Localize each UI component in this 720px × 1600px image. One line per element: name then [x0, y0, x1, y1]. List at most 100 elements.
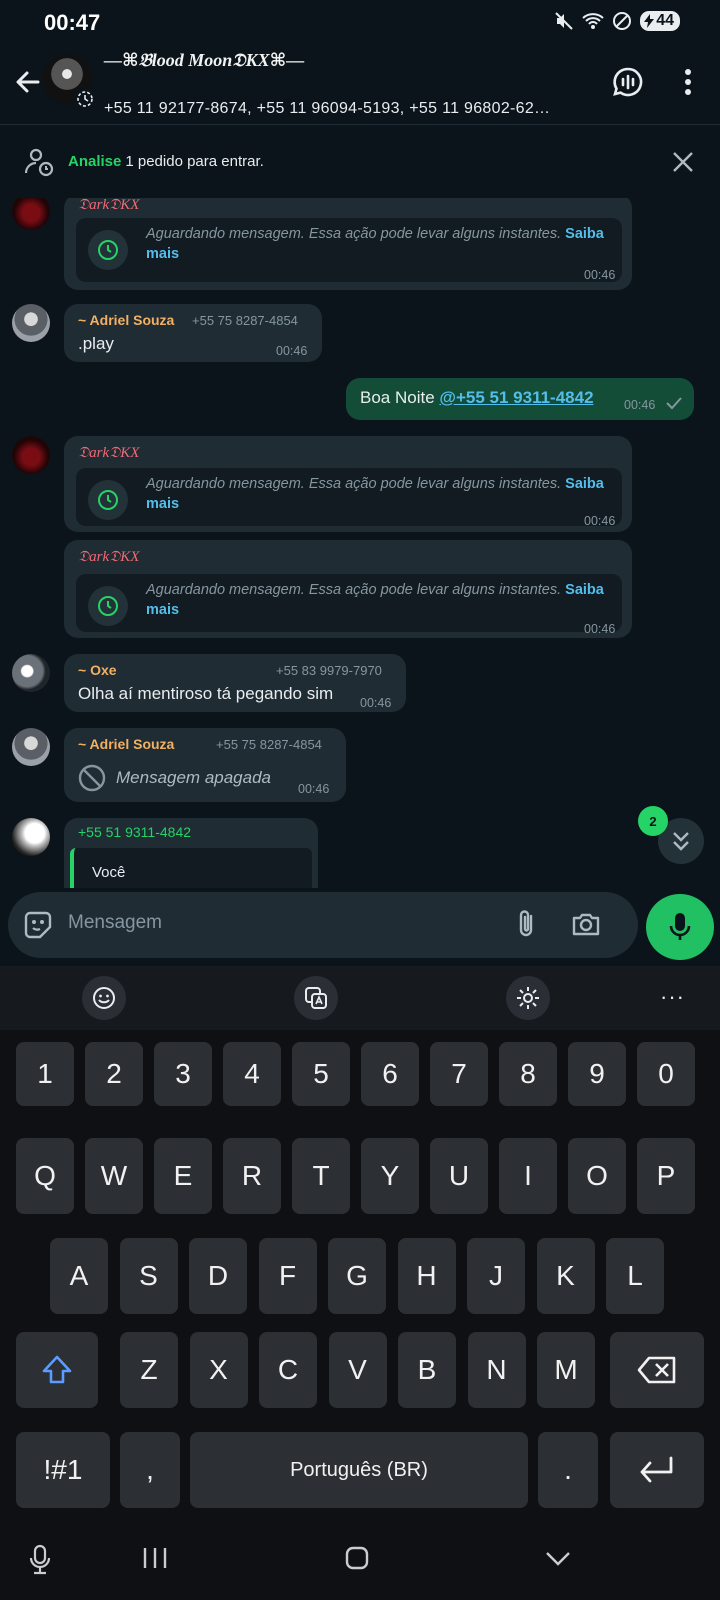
home-icon[interactable] — [344, 1544, 370, 1572]
message-bubble[interactable]: +55 51 9311-4842 Você — [64, 818, 318, 888]
key-d[interactable]: D — [189, 1238, 247, 1314]
voice-record-button[interactable] — [646, 894, 714, 960]
key-j[interactable]: J — [467, 1238, 525, 1314]
quoted-message[interactable]: Você — [70, 848, 312, 888]
key-6[interactable]: 6 — [361, 1042, 419, 1106]
waiting-message-card: Aguardando mensagem. Essa ação pode leva… — [76, 468, 622, 528]
key-b[interactable]: B — [398, 1332, 456, 1408]
avatar[interactable] — [12, 728, 50, 766]
review-link[interactable]: Analise — [68, 153, 121, 170]
more-options-button[interactable] — [668, 62, 708, 102]
key-8[interactable]: 8 — [499, 1042, 557, 1106]
key-x[interactable]: X — [189, 1332, 248, 1408]
key-l[interactable]: L — [606, 1238, 664, 1314]
sender-number: +55 75 8287-4854 — [216, 737, 322, 752]
group-members[interactable]: +55 11 92177-8674, +55 11 96094-5193, +5… — [104, 100, 590, 118]
key-e[interactable]: E — [154, 1138, 212, 1214]
key-a[interactable]: A — [50, 1238, 108, 1314]
message-text: .play — [78, 334, 114, 353]
keyboard-settings-button[interactable] — [506, 976, 550, 1020]
group-title[interactable]: —⌘𝔅lood Moon𝔇KX⌘— — [104, 50, 304, 71]
key-1[interactable]: 1 — [16, 1042, 74, 1106]
message-bubble[interactable]: ~ Oxe +55 83 9979-7970 Olha aí mentiroso… — [64, 654, 406, 712]
space-key[interactable]: Português (BR) — [190, 1432, 528, 1508]
key-z[interactable]: Z — [120, 1332, 178, 1408]
sender-name[interactable]: 𝔇ark𝔇KX — [78, 548, 139, 566]
key-r[interactable]: R — [223, 1138, 281, 1214]
enter-key[interactable] — [610, 1432, 704, 1508]
key-t[interactable]: T — [292, 1138, 350, 1214]
avatar[interactable] — [12, 304, 50, 342]
emoji-button[interactable] — [82, 976, 126, 1020]
message-text: Boa Noite @+55 51 9311-4842 — [360, 388, 594, 407]
sender-name[interactable]: ~ Adriel Souza — [78, 736, 174, 752]
key-7[interactable]: 7 — [430, 1042, 488, 1106]
translate-button[interactable] — [294, 976, 338, 1020]
join-request-banner[interactable]: Analise 1 pedido para entrar. — [0, 124, 720, 198]
clock-icon — [88, 586, 128, 626]
message-bubble[interactable]: 𝔇ark𝔇KX Aguardando mensagem. Essa ação p… — [64, 436, 632, 532]
double-chevron-down-icon — [673, 832, 689, 851]
key-i[interactable]: I — [499, 1138, 557, 1214]
message-time: 00:46 — [298, 782, 330, 796]
key-o[interactable]: O — [568, 1138, 626, 1214]
waiting-text: Aguardando mensagem. Essa ação pode leva… — [146, 582, 604, 618]
symbols-key[interactable]: !#1 — [16, 1432, 110, 1508]
key-f[interactable]: F — [258, 1238, 317, 1314]
message-bubble[interactable]: 𝔇ark𝔇KX Aguardando mensagem. Essa ação p… — [64, 540, 632, 638]
sticker-icon[interactable] — [22, 909, 54, 941]
message-input[interactable]: Mensagem — [68, 912, 162, 934]
key-5[interactable]: 5 — [292, 1042, 350, 1106]
mention-link[interactable]: @+55 51 9311-4842 — [439, 388, 593, 407]
toolbar-more-icon[interactable]: ··· — [660, 984, 685, 1010]
key-s[interactable]: S — [119, 1238, 178, 1314]
key-p[interactable]: P — [637, 1138, 695, 1214]
key-3[interactable]: 3 — [154, 1042, 212, 1106]
chevron-down-icon[interactable] — [544, 1544, 572, 1572]
key-y[interactable]: Y — [361, 1138, 419, 1214]
key-4[interactable]: 4 — [223, 1042, 281, 1106]
key-k[interactable]: K — [536, 1238, 595, 1314]
group-call-button[interactable] — [608, 62, 648, 102]
avatar[interactable] — [12, 436, 50, 474]
backspace-icon — [637, 1356, 676, 1384]
sender-name[interactable]: +55 51 9311-4842 — [78, 824, 191, 840]
message-composer[interactable]: Mensagem — [8, 892, 638, 958]
emoji-icon — [93, 987, 115, 1009]
key-u[interactable]: U — [430, 1138, 488, 1214]
key-n[interactable]: N — [467, 1332, 526, 1408]
key-c[interactable]: C — [259, 1332, 317, 1408]
message-bubble[interactable]: ~ Adriel Souza +55 75 8287-4854 .play 00… — [64, 304, 322, 362]
sender-name[interactable]: 𝔇ark𝔇KX — [78, 198, 139, 214]
sender-name[interactable]: ~ Adriel Souza — [78, 312, 174, 328]
camera-icon[interactable] — [570, 908, 602, 940]
key-9[interactable]: 9 — [568, 1042, 626, 1106]
key-h[interactable]: H — [397, 1238, 456, 1314]
outgoing-message-bubble[interactable]: Boa Noite @+55 51 9311-4842 00:46 — [346, 378, 694, 420]
key-g[interactable]: G — [328, 1238, 386, 1314]
key-w[interactable]: W — [85, 1138, 143, 1214]
avatar[interactable] — [12, 198, 50, 230]
key-v[interactable]: V — [328, 1332, 387, 1408]
avatar[interactable] — [12, 818, 50, 856]
recent-apps-icon[interactable] — [142, 1544, 168, 1572]
message-list[interactable]: 𝔇ark𝔇KX Aguardando mensagem. Essa ação p… — [0, 198, 720, 888]
waiting-message-card: Aguardando mensagem. Essa ação pode leva… — [76, 574, 622, 636]
deleted-message-text: Mensagem apagada — [116, 768, 272, 787]
paperclip-icon[interactable] — [513, 908, 541, 940]
shift-key[interactable] — [16, 1332, 98, 1408]
period-key[interactable]: . — [538, 1432, 598, 1508]
key-2[interactable]: 2 — [85, 1042, 143, 1106]
key-q[interactable]: Q — [16, 1138, 74, 1214]
key-0[interactable]: 0 — [637, 1042, 695, 1106]
key-m[interactable]: M — [537, 1332, 595, 1408]
sender-name[interactable]: 𝔇ark𝔇KX — [78, 444, 139, 462]
voice-input-icon[interactable] — [28, 1544, 52, 1576]
backspace-key[interactable] — [610, 1332, 704, 1408]
message-bubble[interactable]: ~ Adriel Souza +55 75 8287-4854 Mensagem… — [64, 728, 346, 802]
message-bubble[interactable]: 𝔇ark𝔇KX Aguardando mensagem. Essa ação p… — [64, 198, 632, 290]
close-banner-button[interactable] — [668, 147, 698, 177]
sender-name[interactable]: ~ Oxe — [78, 662, 117, 678]
comma-key[interactable]: , — [120, 1432, 180, 1508]
avatar[interactable] — [12, 654, 50, 692]
